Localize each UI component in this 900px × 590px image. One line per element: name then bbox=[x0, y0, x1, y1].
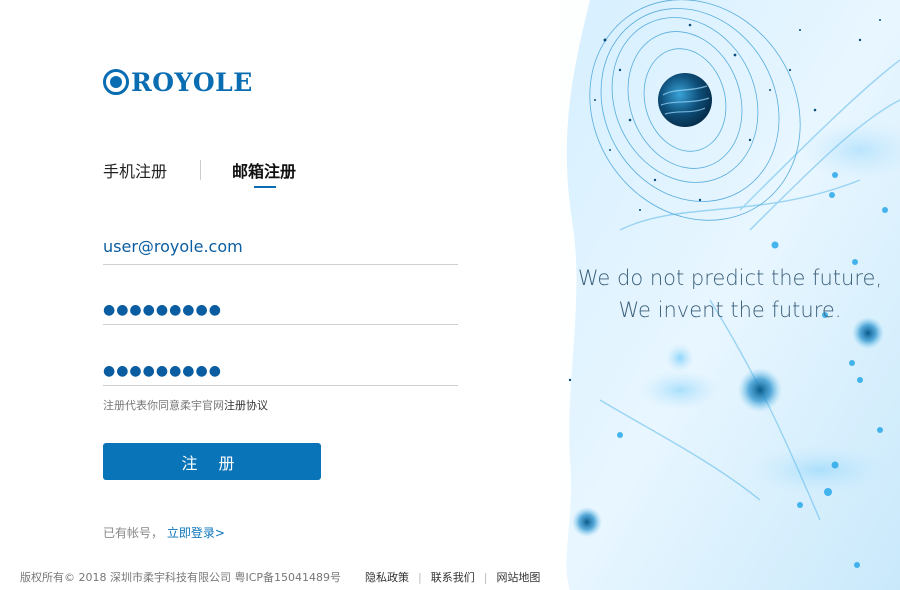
footer-copyright: 版权所有© 2018 深圳市柔宇科技有限公司 粤ICP备15041489号 bbox=[20, 571, 342, 584]
confirm-password-field[interactable]: ●●●●●●●●● bbox=[103, 353, 458, 386]
sitemap-link[interactable]: 网站地图 bbox=[496, 571, 540, 584]
confirm-password-mask: ●●●●●●●●● bbox=[103, 363, 222, 379]
email-value: user@royole.com bbox=[103, 237, 243, 256]
password-mask: ●●●●●●●●● bbox=[103, 302, 222, 318]
logo-text: ROYOLE bbox=[131, 67, 253, 97]
login-hint: 已有帐号， 立即登录> bbox=[103, 524, 225, 541]
agreement-prefix: 注册代表你同意柔宇官网 bbox=[103, 399, 224, 412]
login-hint-text: 已有帐号， bbox=[103, 526, 164, 540]
hero-artwork bbox=[560, 0, 900, 590]
tab-email-register[interactable]: 邮箱注册 bbox=[232, 158, 296, 182]
register-button[interactable]: 注 册 bbox=[103, 443, 321, 480]
tab-divider bbox=[200, 160, 201, 180]
email-field[interactable]: user@royole.com bbox=[103, 232, 458, 265]
password-field[interactable]: ●●●●●●●●● bbox=[103, 292, 458, 325]
hero-image-panel: We do not predict the future, We invent … bbox=[560, 0, 900, 590]
hero-slogan-line2: We invent the future. bbox=[618, 298, 842, 322]
privacy-policy-link[interactable]: 隐私政策 bbox=[365, 571, 409, 584]
active-tab-indicator bbox=[254, 186, 276, 188]
agreement-text: 注册代表你同意柔宇官网注册协议 bbox=[103, 397, 268, 413]
footer-links: 隐私政策 | 联系我们 | 网站地图 bbox=[365, 571, 541, 584]
agreement-link[interactable]: 注册协议 bbox=[224, 399, 268, 412]
registration-panel: ROYOLE 手机注册 邮箱注册 user@royole.com ●●●●●●●… bbox=[0, 0, 560, 590]
login-link[interactable]: 立即登录> bbox=[167, 526, 225, 540]
hero-slogan-line1: We do not predict the future, bbox=[577, 266, 883, 290]
royole-logo[interactable]: ROYOLE bbox=[103, 67, 253, 97]
logo-circle-icon bbox=[103, 69, 129, 95]
contact-us-link[interactable]: 联系我们 bbox=[431, 571, 475, 584]
tab-phone-register[interactable]: 手机注册 bbox=[103, 158, 167, 182]
